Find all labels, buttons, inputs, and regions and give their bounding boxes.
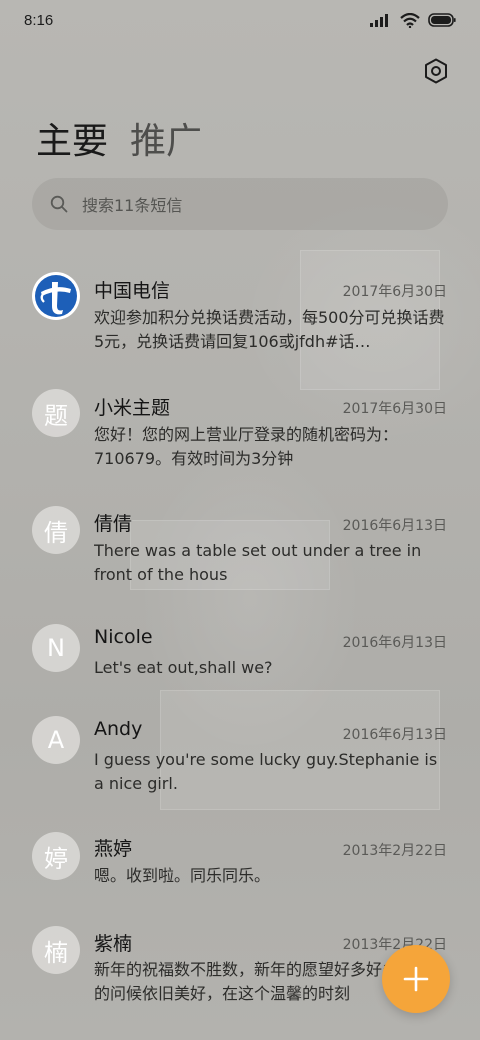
search-icon [50,195,68,213]
status-time: 8:16 [24,11,54,29]
contact-name: Andy [94,718,143,740]
message-date: 2016年6月13日 [342,518,447,534]
battery-icon [428,13,456,27]
message-date: 2016年6月13日 [342,727,447,743]
message-date: 2017年6月30日 [342,284,447,300]
settings-hexagon-icon [425,58,447,84]
avatar: 倩 [32,506,80,554]
search-bar[interactable]: 搜索11条短信 [32,178,448,230]
message-date: 2016年6月13日 [342,635,447,651]
compose-button[interactable] [382,945,450,1013]
signal-icon [370,14,388,27]
plus-icon [403,966,429,992]
contact-name: 中国电信 [94,280,171,302]
tab-bar: 主要 推广 [36,112,202,164]
message-preview: 嗯。收到啦。同乐同乐。 [94,866,271,885]
avatar [32,272,80,320]
avatar: N [32,624,80,672]
conversation-item[interactable]: 中国电信 2017年6月30日 欢迎参加积分兑换话费活动，每500分可兑换话费5… [0,262,480,372]
avatar: 婷 [32,832,80,880]
message-preview: Let's eat out,shall we? [94,658,273,677]
message-preview: There was a table set out under a tree i… [94,541,422,584]
contact-name: 燕婷 [94,838,133,860]
status-bar: 8:16 [0,0,480,40]
avatar: 题 [32,389,80,437]
message-preview: I guess you're some lucky guy.Stephanie … [94,750,438,793]
conversation-item[interactable]: A Andy 2016年6月13日 I guess you're some lu… [0,710,480,820]
message-date: 2013年2月22日 [342,843,447,859]
china-telecom-logo-icon [33,273,79,319]
conversation-item[interactable]: 题 小米主题 2017年6月30日 您好！您的网上营业厅登录的随机密码为：710… [0,380,480,490]
message-date: 2017年6月30日 [342,401,447,417]
contact-name: 紫楠 [94,933,133,955]
conversation-item[interactable]: 倩 倩倩 2016年6月13日 There was a table set ou… [0,498,480,608]
avatar: A [32,716,80,764]
message-preview: 欢迎参加积分兑换话费活动，每500分可兑换话费5元，兑换话费请回复106或jfd… [94,308,445,351]
search-placeholder: 搜索11条短信 [82,196,183,215]
avatar: 楠 [32,926,80,974]
conversation-item[interactable]: N Nicole 2016年6月13日 Let's eat out,shall … [0,616,480,700]
settings-button[interactable] [420,55,452,87]
status-icons [370,12,456,28]
conversation-item[interactable]: 婷 燕婷 2013年2月22日 嗯。收到啦。同乐同乐。 [0,830,480,914]
wifi-icon [400,12,420,28]
tab-promotion[interactable]: 推广 [130,112,202,164]
contact-name: 小米主题 [94,397,171,419]
tab-main[interactable]: 主要 [36,112,108,164]
contact-name: Nicole [94,626,153,648]
contact-name: 倩倩 [94,513,133,535]
message-preview: 您好！您的网上营业厅登录的随机密码为：710679。有效时间为3分钟 [94,425,399,468]
